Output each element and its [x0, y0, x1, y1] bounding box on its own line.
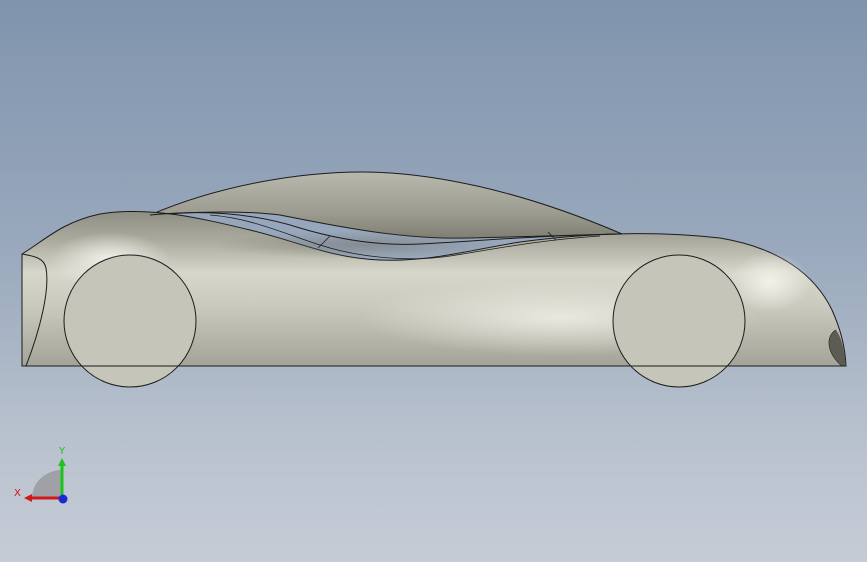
triad-plane	[32, 470, 62, 498]
y-axis-arrowhead	[58, 458, 66, 466]
z-axis-marker	[58, 494, 68, 504]
graphics-viewport[interactable]: X Y	[0, 0, 867, 562]
front-wheel	[63, 254, 197, 388]
y-axis-label: Y	[58, 446, 66, 457]
x-axis-arrowhead	[24, 494, 32, 502]
reference-triad: X Y	[14, 446, 68, 504]
rear-wheel	[612, 254, 746, 388]
car-model[interactable]	[0, 0, 867, 562]
x-axis-label: X	[14, 488, 21, 499]
